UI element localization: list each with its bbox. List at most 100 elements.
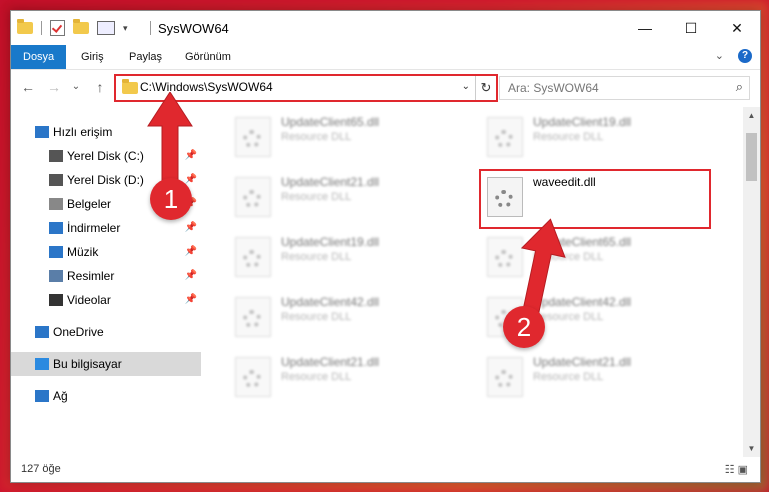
dll-file-icon — [235, 297, 271, 337]
file-name: UpdateClient21.dll — [533, 355, 632, 369]
sidebar-item-label: Yerel Disk (D:) — [67, 173, 144, 187]
folder-icon — [17, 19, 33, 34]
status-bar: 127 öğe ☷ ▣ — [11, 458, 760, 482]
file-name: UpdateClient21.dll — [281, 175, 380, 189]
pictures-icon — [49, 270, 63, 282]
address-dropdown-icon[interactable]: ⌄ — [462, 81, 470, 92]
help-icon[interactable]: ? — [738, 49, 752, 63]
forward-button[interactable]: → — [43, 70, 65, 104]
dll-file-icon — [487, 117, 523, 157]
tab-view[interactable]: Görünüm — [173, 45, 243, 69]
chevron-down-icon[interactable]: ▾ — [123, 23, 128, 34]
music-icon — [49, 246, 63, 258]
item-count: 127 öğe — [21, 463, 61, 475]
close-button[interactable]: ✕ — [714, 11, 760, 45]
ribbon-tabs: Dosya Giriş Paylaş Görünüm ⌄ ? — [11, 45, 760, 70]
video-icon — [49, 294, 63, 306]
file-name: UpdateClient19.dll — [533, 115, 632, 129]
sidebar-item-label: Belgeler — [67, 197, 112, 211]
dll-file-icon — [235, 177, 271, 217]
search-icon: ⌕ — [735, 79, 743, 94]
scrollbar-thumb[interactable] — [746, 133, 757, 181]
refresh-button[interactable]: ↻ — [475, 76, 496, 100]
dll-file-icon — [487, 177, 523, 217]
minimize-button[interactable]: — — [622, 11, 668, 45]
file-name: UpdateClient65.dll — [281, 115, 380, 129]
dll-file-icon — [235, 117, 271, 157]
window-title: SysWOW64 — [158, 21, 229, 36]
sidebar-item[interactable]: Resimler 📌 — [11, 264, 201, 288]
dll-file-icon — [487, 357, 523, 397]
new-folder-icon[interactable] — [73, 19, 89, 34]
file-item[interactable]: UpdateClient42.dll Resource DLL — [229, 291, 459, 343]
network-icon — [35, 390, 49, 402]
tab-home[interactable]: Giriş — [69, 45, 116, 69]
customize-icon[interactable] — [97, 21, 115, 35]
file-type: Resource DLL — [533, 131, 604, 143]
quick-access-toolbar: ▾ — [17, 19, 128, 36]
folder-icon — [122, 79, 138, 94]
sidebar-item-label: Müzik — [67, 245, 99, 259]
file-item[interactable]: UpdateClient19.dll Resource DLL — [229, 231, 459, 283]
dll-file-icon — [235, 237, 271, 277]
divider — [150, 21, 151, 35]
file-name: UpdateClient21.dll — [281, 355, 380, 369]
sidebar-item-label: Videolar — [67, 293, 111, 307]
search-placeholder: Ara: SysWOW64 — [508, 81, 599, 95]
pin-icon: 📌 — [184, 294, 197, 305]
drive-icon — [49, 150, 63, 162]
download-icon — [49, 222, 63, 234]
file-type: Resource DLL — [533, 371, 604, 383]
back-button[interactable]: ← — [17, 70, 39, 104]
sidebar-item-label: Resimler — [67, 269, 115, 283]
sidebar-item[interactable]: Ağ — [11, 384, 201, 408]
file-name: UpdateClient19.dll — [281, 235, 380, 249]
scroll-down-icon[interactable]: ▼ — [743, 444, 760, 453]
tab-file[interactable]: Dosya — [11, 45, 67, 69]
file-item[interactable]: UpdateClient21.dll Resource DLL — [229, 171, 459, 223]
annotation-badge-2: 2 — [503, 306, 545, 348]
file-type: Resource DLL — [281, 311, 352, 323]
file-type: Resource DLL — [281, 131, 352, 143]
sidebar-item[interactable]: OneDrive — [11, 320, 201, 344]
computer-icon — [35, 358, 49, 370]
document-icon — [49, 198, 63, 210]
properties-check-icon[interactable] — [50, 20, 65, 36]
sidebar-item-label: Bu bilgisayar — [53, 357, 122, 371]
view-toggle-icons[interactable]: ☷ ▣ — [725, 463, 748, 476]
file-item[interactable]: UpdateClient65.dll Resource DLL — [229, 111, 459, 163]
file-item[interactable]: UpdateClient19.dll Resource DLL — [481, 111, 711, 163]
sidebar-item-label: Yerel Disk (C:) — [67, 149, 144, 163]
tab-share[interactable]: Paylaş — [117, 45, 174, 69]
explorer-window: ▾ SysWOW64 — ☐ ✕ Dosya Giriş Paylaş Görü… — [10, 10, 761, 483]
dll-file-icon — [235, 357, 271, 397]
sidebar-item[interactable]: Videolar 📌 — [11, 288, 201, 312]
file-type: Resource DLL — [281, 191, 352, 203]
file-item[interactable]: UpdateClient21.dll Resource DLL — [481, 351, 711, 403]
search-input[interactable]: Ara: SysWOW64 ⌕ — [499, 76, 750, 100]
star-icon — [35, 126, 49, 138]
drive-icon — [49, 174, 63, 186]
sidebar-item-label: Hızlı erişim — [53, 125, 113, 139]
scroll-up-icon[interactable]: ▲ — [743, 111, 760, 120]
divider — [41, 21, 42, 35]
file-type: Resource DLL — [281, 371, 352, 383]
up-button[interactable]: ↑ — [89, 70, 111, 104]
recent-locations-button[interactable]: ⌄ — [65, 70, 87, 104]
file-name: waveedit.dll — [533, 175, 596, 189]
navigation-bar: ← → ⌄ ↑ C:\Windows\SysWOW64 ⌄ ↻ Ara: Sys… — [11, 70, 760, 104]
sidebar-item-label: İndirmeler — [67, 221, 121, 235]
sidebar-item-label: OneDrive — [53, 325, 104, 339]
maximize-button[interactable]: ☐ — [668, 11, 714, 45]
ribbon-expand-icon[interactable]: ⌄ — [715, 49, 724, 62]
cloud-icon — [35, 326, 49, 338]
vertical-scrollbar[interactable]: ▲ ▼ — [743, 107, 760, 457]
file-name: UpdateClient42.dll — [281, 295, 380, 309]
pin-icon: 📌 — [184, 222, 197, 233]
sidebar-item[interactable]: Müzik 📌 — [11, 240, 201, 264]
pin-icon: 📌 — [184, 246, 197, 257]
sidebar-item-label: Ağ — [53, 389, 68, 403]
file-item[interactable]: UpdateClient21.dll Resource DLL — [229, 351, 459, 403]
sidebar-item[interactable]: Bu bilgisayar — [11, 352, 201, 376]
file-type: Resource DLL — [281, 251, 352, 263]
